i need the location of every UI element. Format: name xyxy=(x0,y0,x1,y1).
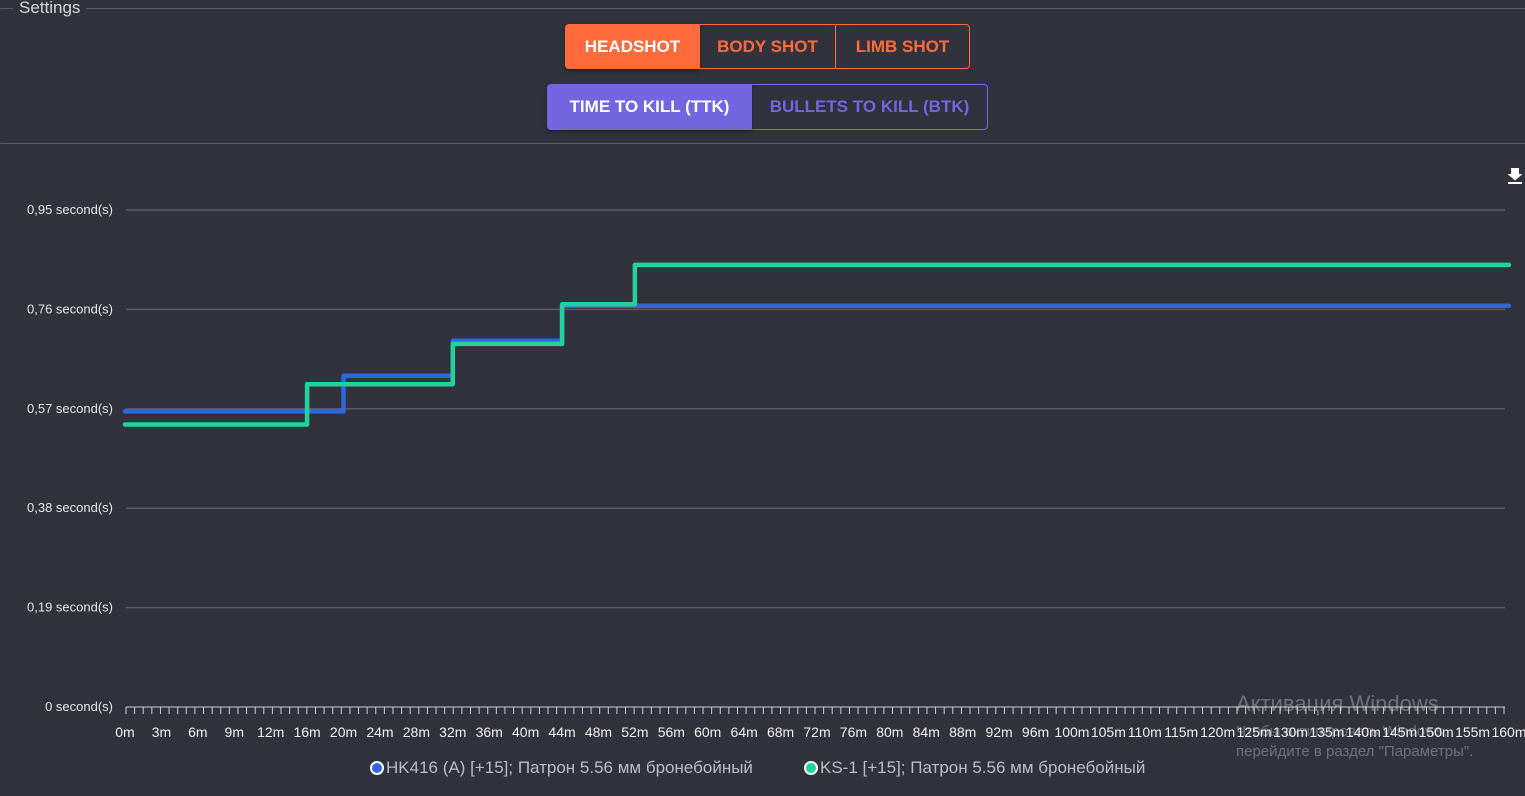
btk-button[interactable]: BULLETS TO KILL (BTK) xyxy=(752,84,988,130)
y-tick-label: 0,76 second(s) xyxy=(27,301,113,316)
y-tick-label: 0,19 second(s) xyxy=(27,600,113,615)
y-tick-label: 0 second(s) xyxy=(45,699,113,714)
x-tick-label: 40m xyxy=(512,724,539,740)
x-tick-label: 84m xyxy=(913,724,940,740)
y-tick-label: 0,95 second(s) xyxy=(27,202,113,217)
x-tick-label: 92m xyxy=(985,724,1012,740)
ks1-series-line xyxy=(122,262,1512,427)
x-tick-label: 110m xyxy=(1128,724,1162,740)
x-tick-label: 105m xyxy=(1091,724,1126,740)
limb-shot-button[interactable]: LIMB SHOT xyxy=(836,24,970,69)
x-tick-label: 20m xyxy=(330,724,357,740)
legend-item-ks1[interactable]: KS-1 [+15]; Патрон 5.56 мм бронебойный xyxy=(804,758,1145,778)
x-tick-label: 56m xyxy=(658,724,685,740)
metric-toggle: TIME TO KILL (TTK) BULLETS TO KILL (BTK) xyxy=(547,84,988,130)
x-tick-label: 9m xyxy=(225,724,244,740)
x-tick-label: 120m xyxy=(1200,724,1235,740)
x-tick-label: 6m xyxy=(188,724,207,740)
y-tick-label: 0,38 second(s) xyxy=(27,500,113,515)
x-tick-label: 115m xyxy=(1164,724,1198,740)
x-tick-label: 96m xyxy=(1022,724,1049,740)
x-tick-label: 3m xyxy=(152,724,171,740)
x-tick-label: 145m xyxy=(1382,724,1417,740)
x-tick-label: 130m xyxy=(1273,724,1308,740)
ttk-line-chart: 0 second(s) 0,19 second(s) 0,38 second(s) 0… xyxy=(27,202,1525,740)
hk416-series-line xyxy=(122,303,1512,414)
headshot-button[interactable]: HEADSHOT xyxy=(565,24,700,69)
x-tick-label: 135m xyxy=(1309,724,1344,740)
x-tick-label: 160m xyxy=(1491,724,1525,740)
y-tick-label: 0,57 second(s) xyxy=(27,401,113,416)
x-tick-label: 125m xyxy=(1237,724,1272,740)
x-tick-label: 16m xyxy=(293,724,320,740)
x-tick-label: 52m xyxy=(621,724,648,740)
x-tick-label: 48m xyxy=(585,724,612,740)
ttk-button[interactable]: TIME TO KILL (TTK) xyxy=(547,84,752,130)
x-tick-label: 0m xyxy=(115,724,134,740)
x-tick-label: 88m xyxy=(949,724,976,740)
x-tick-label: 28m xyxy=(403,724,430,740)
shot-type-toggle: HEADSHOT BODY SHOT LIMB SHOT xyxy=(565,24,970,69)
x-tick-label: 44m xyxy=(548,724,575,740)
x-tick-label: 80m xyxy=(876,724,903,740)
hk416-legend-swatch xyxy=(370,761,384,775)
legend-item-hk416[interactable]: HK416 (A) [+15]; Патрон 5.56 мм бронебой… xyxy=(370,758,753,778)
x-tick-label: 150m xyxy=(1419,724,1454,740)
x-tick-label: 24m xyxy=(366,724,393,740)
settings-legend: Settings xyxy=(13,0,87,17)
ks1-legend-swatch xyxy=(804,761,818,775)
x-tick-label: 140m xyxy=(1346,724,1381,740)
legend-label-hk416: HK416 (A) [+15]; Патрон 5.56 мм бронебой… xyxy=(386,758,753,777)
x-tick-label: 32m xyxy=(439,724,466,740)
legend-label-ks1: KS-1 [+15]; Патрон 5.56 мм бронебойный xyxy=(820,758,1146,777)
x-tick-label: 36m xyxy=(476,724,503,740)
x-tick-label: 60m xyxy=(694,724,721,740)
x-tick-label: 64m xyxy=(731,724,758,740)
x-tick-label: 100m xyxy=(1054,724,1089,740)
x-tick-label: 155m xyxy=(1455,724,1490,740)
body-shot-button[interactable]: BODY SHOT xyxy=(700,24,836,69)
x-tick-label: 72m xyxy=(803,724,830,740)
x-tick-label: 76m xyxy=(840,724,867,740)
x-tick-label: 68m xyxy=(767,724,794,740)
x-tick-label: 12m xyxy=(257,724,284,740)
